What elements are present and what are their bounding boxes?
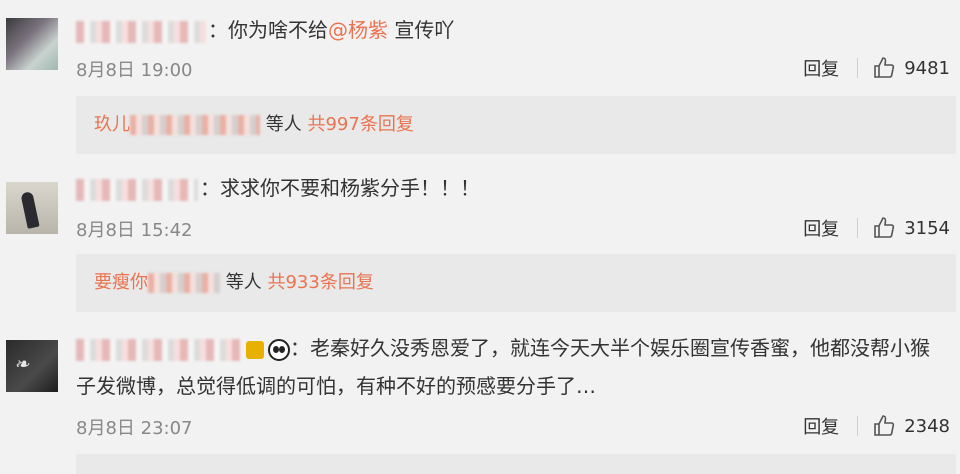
- comment-item: ：你为啥不给@杨紫 宣传吖 8月8日 19:00 回复 9481 玖儿 等人 共…: [0, 0, 960, 160]
- comment-item: ❧ ：老秦好久没秀恩爱了，就连今天大半个娱乐圈宣传香蜜，他都没帮小猴 子发微博，…: [0, 318, 960, 474]
- mention-link[interactable]: @杨紫: [328, 18, 388, 42]
- reply-button[interactable]: 回复: [803, 413, 839, 439]
- reply-summary[interactable]: [76, 454, 956, 474]
- username-blurred[interactable]: [76, 338, 242, 361]
- thumbs-up-icon: [874, 415, 895, 436]
- panda-emoji-icon: [268, 338, 290, 361]
- reply-user-name[interactable]: 玖儿: [94, 114, 130, 135]
- comment-text: ：老秦好久没秀恩爱了，就连今天大半个娱乐圈宣传香蜜，他都没帮小猴: [76, 332, 940, 364]
- divider: [857, 218, 859, 238]
- comment-text: ：你为啥不给@杨紫 宣传吖: [76, 14, 940, 46]
- comment-text-part: 宣传吖: [388, 18, 455, 42]
- comment-actions: 回复 9481: [803, 55, 950, 81]
- like-count: 2348: [904, 415, 950, 437]
- like-button[interactable]: 3154: [872, 216, 950, 240]
- reply-summary[interactable]: 玖儿 等人 共997条回复: [76, 96, 956, 154]
- username-blurred: [148, 273, 220, 293]
- reply-summary[interactable]: 要瘦你 等人 共933条回复: [76, 254, 956, 312]
- divider: [857, 58, 859, 78]
- badge-icon: [246, 340, 264, 359]
- comment-date: 8月8日 19:00: [76, 60, 193, 81]
- username-blurred[interactable]: [76, 20, 206, 43]
- comment-text-part: ：老秦好久没秀恩爱了，就连今天大半个娱乐圈宣传香蜜，他都没帮小猴: [290, 336, 930, 360]
- reply-button[interactable]: 回复: [803, 55, 839, 81]
- avatar-glyph: ❧: [14, 354, 30, 375]
- comment-actions: 回复 2348: [803, 413, 950, 439]
- divider: [857, 416, 859, 436]
- avatar[interactable]: ❧: [6, 340, 58, 392]
- like-count: 3154: [904, 217, 950, 239]
- reply-count-link[interactable]: 共997条回复: [307, 114, 413, 135]
- comment-date: 8月8日 15:42: [76, 220, 193, 241]
- reply-suffix: 等人: [265, 114, 302, 135]
- comment-date: 8月8日 23:07: [76, 418, 193, 439]
- comment-text-part: ：求求你不要和杨紫分手！！！: [200, 176, 480, 200]
- thumbs-up-icon: [874, 217, 895, 238]
- reply-suffix: 等人: [225, 272, 262, 293]
- reply-summary-text: 要瘦你 等人 共933条回复: [94, 267, 374, 299]
- reply-count-link[interactable]: 共933条回复: [267, 272, 373, 293]
- username-blurred[interactable]: [76, 178, 198, 201]
- username-blurred: [130, 115, 260, 135]
- comment-text-part: ：你为啥不给: [208, 18, 328, 42]
- reply-summary-text: 玖儿 等人 共997条回复: [94, 109, 414, 141]
- comment-actions: 回复 3154: [803, 215, 950, 241]
- reply-button[interactable]: 回复: [803, 215, 839, 241]
- avatar[interactable]: [6, 182, 58, 234]
- comment-text-continued: 子发微博，总觉得低调的可怕，有种不好的预感要分手了…: [76, 374, 596, 398]
- comment-text: ：求求你不要和杨紫分手！！！: [76, 172, 940, 204]
- avatar[interactable]: [6, 18, 58, 70]
- like-button[interactable]: 2348: [872, 414, 950, 438]
- thumbs-up-icon: [874, 57, 895, 78]
- like-button[interactable]: 9481: [872, 56, 950, 80]
- reply-user-name[interactable]: 要瘦你: [94, 272, 148, 293]
- like-count: 9481: [904, 57, 950, 79]
- comment-item: ：求求你不要和杨紫分手！！！ 8月8日 15:42 回复 3154 要瘦你 等人…: [0, 160, 960, 318]
